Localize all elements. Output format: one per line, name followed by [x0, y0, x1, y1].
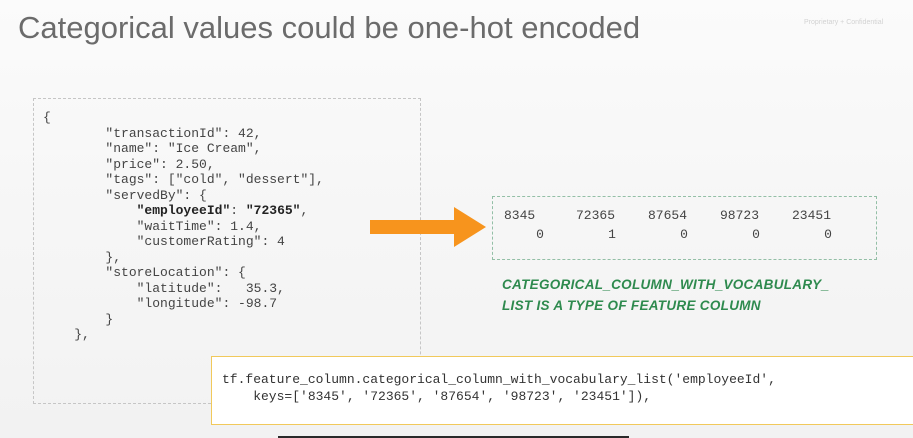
json-line: "employeeId": "72365", [43, 203, 324, 219]
encoding-bit: 0 [536, 227, 544, 242]
json-separator: : [230, 203, 246, 218]
json-text: "customerRating": 4 [136, 234, 285, 249]
json-line: "tags": ["cold", "dessert"], [43, 172, 324, 188]
handwritten-annotation: CATEGORICAL_COLUMN_WITH_VOCABULARY_ LIST… [502, 274, 829, 316]
right-arrow-icon [370, 207, 486, 247]
json-line: }, [43, 327, 324, 343]
json-line: "longitude": -98.7 [43, 296, 324, 312]
vocabulary-value: 72365 [576, 208, 616, 223]
slide: Categorical values could be one-hot enco… [0, 0, 913, 438]
vocabulary-value: 23451 [792, 208, 832, 223]
code-line: tf.feature_column.categorical_column_wit… [222, 372, 776, 387]
encoding-bit: 0 [752, 227, 760, 242]
json-text: "servedBy": { [105, 187, 207, 203]
tf-code-snippet: tf.feature_column.categorical_column_wit… [222, 371, 776, 405]
json-example-code: { "transactionId": 42, "name": "Ice Crea… [43, 110, 324, 343]
json-line: "customerRating": 4 [43, 234, 324, 250]
json-text: } [105, 311, 114, 327]
code-line: keys=['8345', '72365', '87654', '98723',… [222, 389, 652, 404]
encoding-bit: 0 [824, 227, 832, 242]
encoding-row: 0 1 0 0 0 [504, 227, 864, 242]
json-text: "transactionId": 42, [105, 125, 262, 141]
json-text: }, [105, 249, 122, 265]
encoding-bit: 0 [680, 227, 688, 242]
json-text: "price": 2.50, [105, 156, 215, 172]
json-text: "name": "Ice Cream", [105, 141, 262, 156]
vocabulary-value: 87654 [648, 208, 688, 223]
json-line: "transactionId": 42, [43, 126, 324, 142]
annotation-line: CATEGORICAL_COLUMN_WITH_VOCABULARY_ [502, 277, 830, 292]
json-value-highlight: "72365" [245, 203, 301, 218]
json-line: "waitTime": 1.4, [43, 219, 324, 235]
json-tail: , [300, 203, 309, 218]
json-key-highlight: "employeeId" [136, 203, 231, 218]
json-line: "servedBy": { [43, 188, 324, 204]
json-line: "latitude": 35.3, [43, 281, 324, 297]
json-line: } [43, 312, 324, 328]
json-text: "longitude": -98.7 [136, 296, 278, 311]
json-line: }, [43, 250, 324, 266]
json-text: { [43, 110, 51, 125]
vocabulary-value: 98723 [720, 208, 760, 223]
json-text: "latitude": 35.3, [136, 280, 285, 296]
json-text: }, [74, 327, 90, 342]
vocabulary-row: 8345 72365 87654 98723 23451 [504, 208, 864, 223]
json-text: "waitTime": 1.4, [136, 218, 262, 234]
json-line: "name": "Ice Cream", [43, 141, 324, 157]
json-line: "price": 2.50, [43, 157, 324, 173]
annotation-line: LIST IS A TYPE OF FEATURE COLUMN [502, 298, 761, 313]
slide-title: Categorical values could be one-hot enco… [18, 10, 641, 45]
confidential-label: Proprietary + Confidential [804, 19, 884, 26]
json-text: "storeLocation": { [105, 265, 246, 280]
encoding-bit: 1 [608, 227, 616, 242]
vocabulary-value: 8345 [504, 208, 536, 223]
json-text: "tags": ["cold", "dessert"], [105, 172, 324, 187]
json-line: { [43, 110, 324, 126]
json-line: "storeLocation": { [43, 265, 324, 281]
arrow-shape [370, 207, 486, 247]
